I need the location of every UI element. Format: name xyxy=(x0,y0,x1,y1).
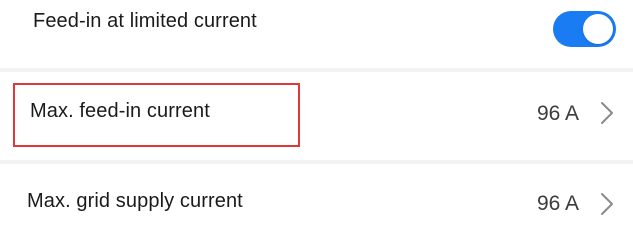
max-grid-supply-current-label: Max. grid supply current xyxy=(27,190,243,212)
setting-row-feed-in-limited: Feed-in at limited current xyxy=(0,0,633,68)
toggle-knob xyxy=(583,14,613,44)
highlight-box xyxy=(13,83,300,147)
feed-in-limited-toggle[interactable] xyxy=(553,11,616,47)
chevron-right-icon xyxy=(601,102,613,124)
chevron-right-icon xyxy=(601,193,613,215)
max-feed-in-current-value: 96 A xyxy=(536,102,579,125)
feed-in-limited-label: Feed-in at limited current xyxy=(33,10,257,32)
setting-row-max-grid-supply-current[interactable]: Max. grid supply current 96 A xyxy=(0,164,633,244)
max-grid-supply-current-value: 96 A xyxy=(536,192,579,215)
